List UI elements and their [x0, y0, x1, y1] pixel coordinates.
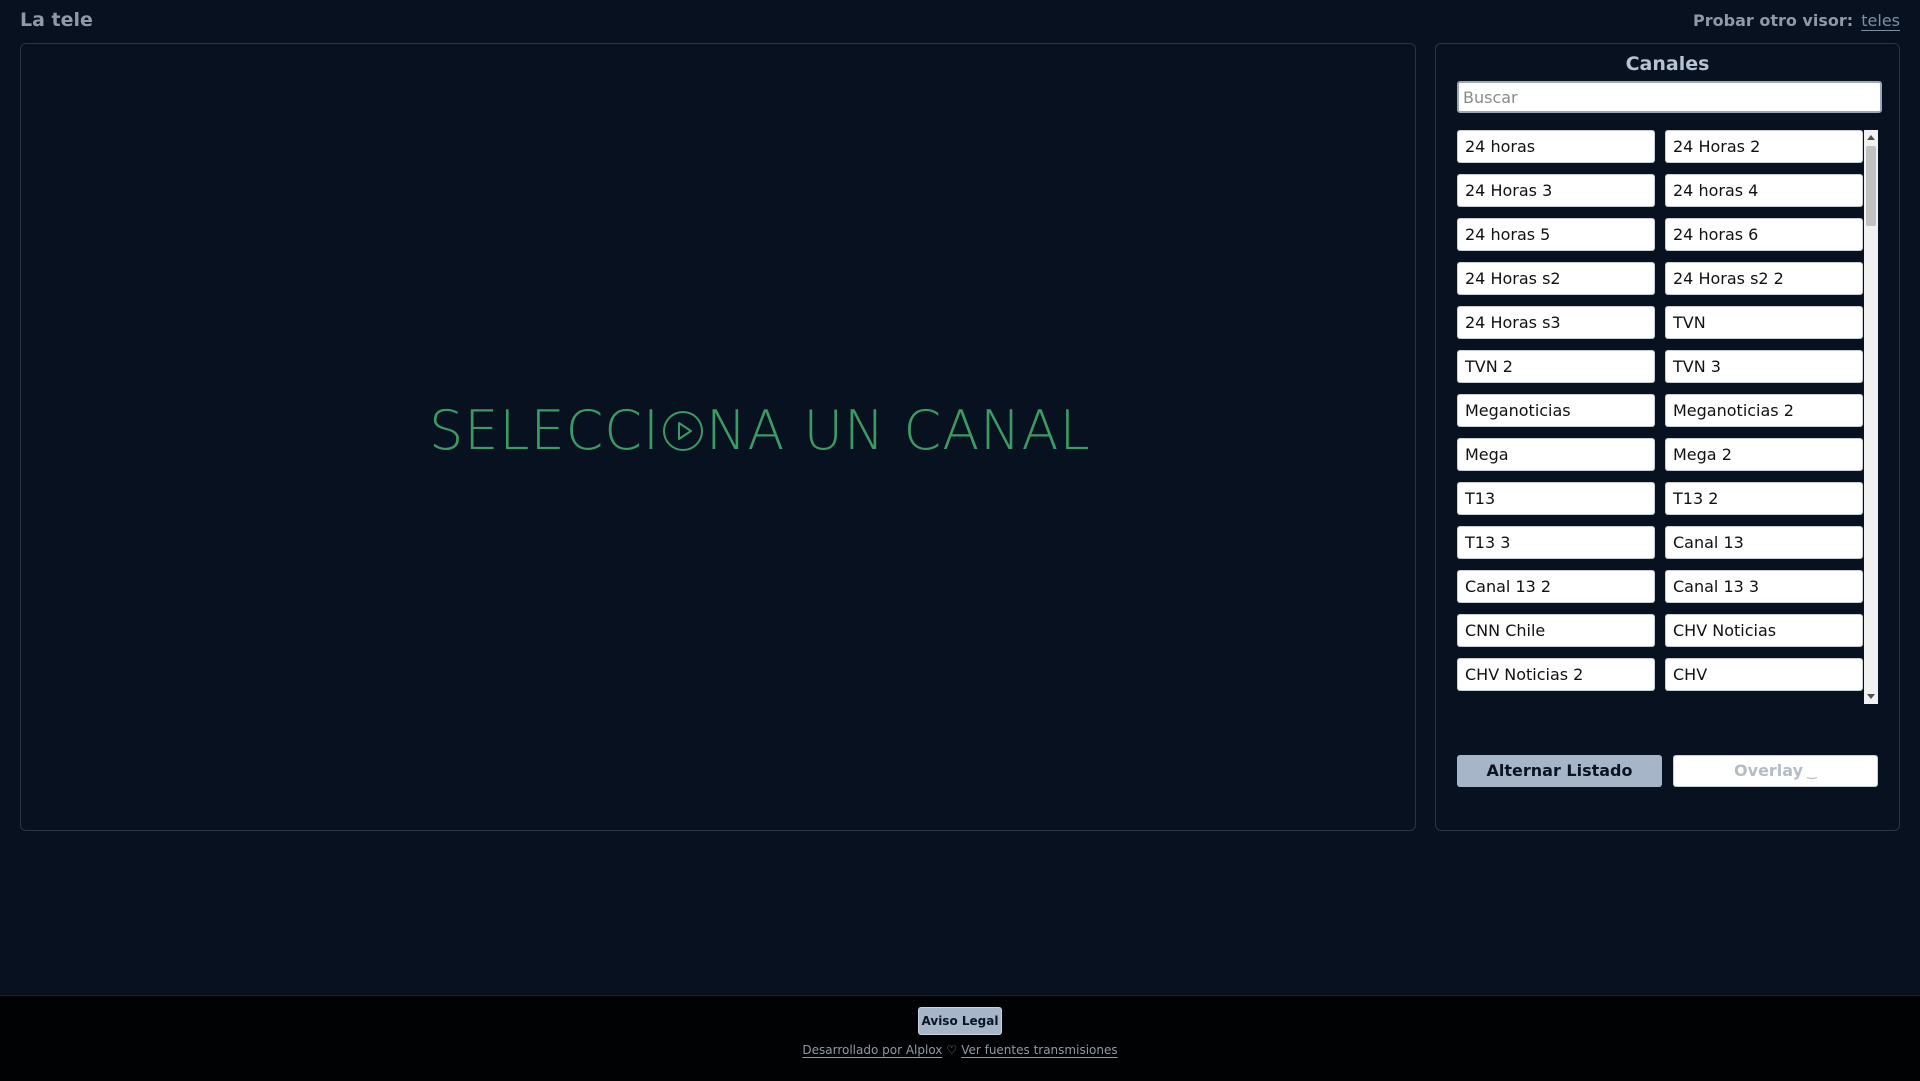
toggle-list-button[interactable]: Alternar Listado [1457, 755, 1662, 787]
channel-button[interactable]: 24 Horas 3 [1457, 174, 1655, 207]
channel-button[interactable]: Meganoticias 2 [1665, 394, 1863, 427]
channel-button[interactable]: TVN 2 [1457, 350, 1655, 383]
developer-link[interactable]: Desarrollado por Alplox [802, 1043, 942, 1057]
channels-title: Canales [1625, 53, 1710, 75]
channel-button[interactable]: 24 Horas s2 2 [1665, 262, 1863, 295]
scroll-down-icon[interactable] [1867, 694, 1875, 699]
channel-button[interactable]: 24 Horas 2 [1665, 130, 1863, 163]
select-message-part1: SELECCI [429, 399, 660, 462]
channel-button[interactable]: Canal 13 2 [1457, 570, 1655, 603]
select-message-part2: NA UN CANAL [705, 399, 1091, 462]
video-player[interactable]: SELECCI NA UN CANAL [20, 43, 1416, 831]
channel-button[interactable]: TVN [1665, 306, 1863, 339]
channel-button[interactable]: 24 Horas s2 [1457, 262, 1655, 295]
channel-button[interactable]: CHV Noticias 2 [1457, 658, 1655, 691]
channel-list: 24 horas 24 Horas 2 24 Horas 3 24 horas 4 24… [1457, 130, 1874, 704]
overlay-button[interactable]: Overlay ‿ [1673, 755, 1878, 787]
channel-button[interactable]: CHV [1665, 658, 1863, 691]
play-circle-icon [662, 410, 703, 451]
channel-button[interactable]: 24 horas 5 [1457, 218, 1655, 251]
channel-button[interactable]: TVN 3 [1665, 350, 1863, 383]
scrollbar-thumb[interactable] [1866, 146, 1876, 226]
search-input[interactable] [1457, 81, 1882, 113]
credits: Desarrollado por Alplox ♡ Ver fuentes tran… [0, 1043, 1920, 1057]
footer: Aviso Legal Desarrollado por Alplox ♡ Ver … [0, 995, 1920, 1081]
scroll-up-icon[interactable] [1867, 135, 1875, 140]
channels-panel: Canales 24 horas24 Horas 224 Horas 324 h… [1435, 43, 1900, 831]
other-viewer-label: Probar otro visor: [1693, 11, 1854, 30]
eye-closed-icon: ‿ [1807, 765, 1817, 779]
select-channel-message: SELECCI NA UN CANAL [429, 399, 1091, 462]
app-title: La tele [20, 9, 93, 31]
heart-icon: ♡ [946, 1043, 958, 1057]
legal-notice-button[interactable]: Aviso Legal [918, 1007, 1002, 1035]
channel-button[interactable]: Meganoticias [1457, 394, 1655, 427]
channel-button[interactable]: T13 3 [1457, 526, 1655, 559]
channel-button[interactable]: T13 [1457, 482, 1655, 515]
sources-link[interactable]: Ver fuentes transmisiones [961, 1043, 1117, 1057]
channel-button[interactable]: 24 horas 4 [1665, 174, 1863, 207]
other-viewer: Probar otro visor: teles [1693, 11, 1900, 30]
channel-button[interactable]: 24 Horas s3 [1457, 306, 1655, 339]
channel-button[interactable]: CNN Chile [1457, 614, 1655, 647]
channel-button[interactable]: CHV Noticias [1665, 614, 1863, 647]
channel-button[interactable]: Mega [1457, 438, 1655, 471]
top-bar: La tele Probar otro visor: teles [0, 0, 1920, 42]
channel-button[interactable]: 24 horas 6 [1665, 218, 1863, 251]
channel-list-scrollbar[interactable] [1864, 130, 1878, 704]
other-viewer-link[interactable]: teles [1861, 11, 1900, 30]
channel-button[interactable]: Canal 13 3 [1665, 570, 1863, 603]
channel-button[interactable]: Mega 2 [1665, 438, 1863, 471]
channel-button[interactable]: Canal 13 [1665, 526, 1863, 559]
channel-button[interactable]: 24 horas [1457, 130, 1655, 163]
overlay-label: Overlay [1734, 761, 1804, 780]
channel-grid: 24 horas 24 Horas 2 24 Horas 3 24 horas 4 24… [1457, 130, 1874, 691]
channel-button[interactable]: T13 2 [1665, 482, 1863, 515]
